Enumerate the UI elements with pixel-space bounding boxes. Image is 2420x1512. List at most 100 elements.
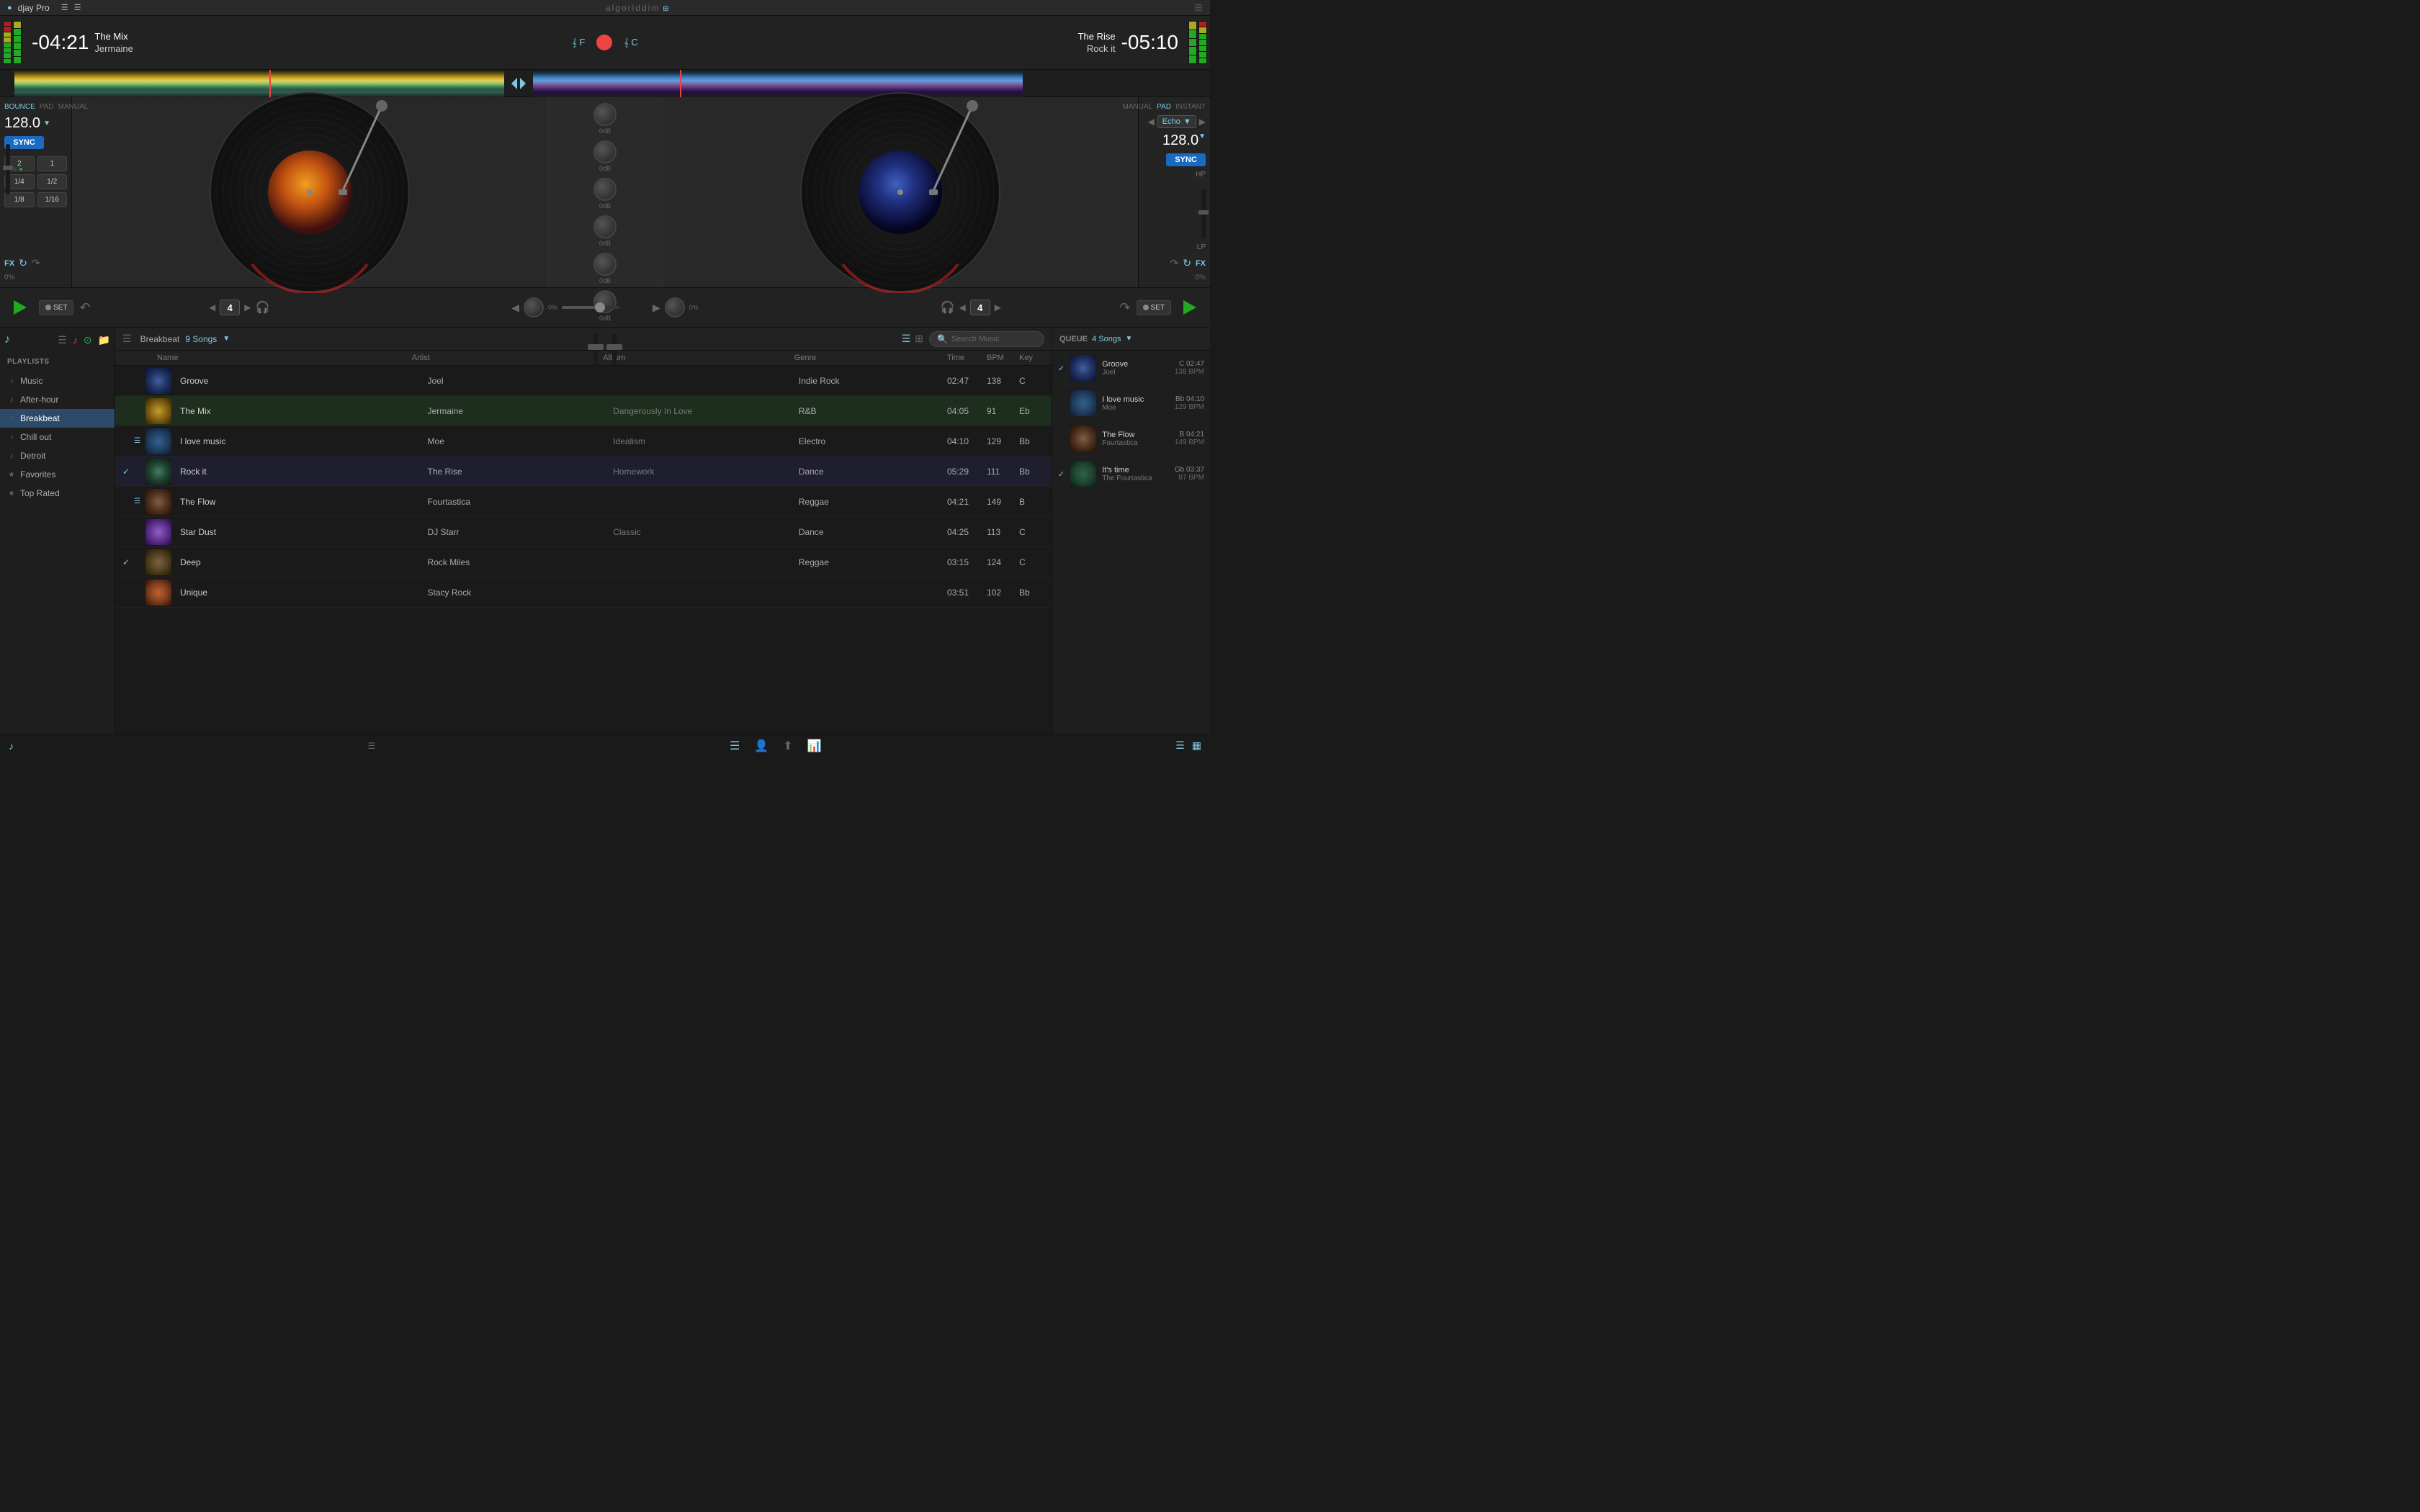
list-icon[interactable]: ☰ <box>58 334 67 346</box>
knob-mid-left[interactable] <box>593 178 617 201</box>
right-transport-undo[interactable]: ↷ <box>1119 300 1130 315</box>
sidebar-item-chillout[interactable]: ♪ Chill out <box>0 428 115 446</box>
right-fx-label[interactable]: FX <box>1196 259 1206 268</box>
right-fader-handle[interactable] <box>606 344 622 350</box>
right-play-button[interactable] <box>1177 294 1203 320</box>
left-loop-prev[interactable]: ◀ <box>209 302 215 312</box>
songs-count-label[interactable]: 9 Songs <box>185 334 217 344</box>
status-queue-icon[interactable]: ☰ <box>368 741 376 751</box>
center-knob[interactable] <box>524 297 544 318</box>
right-loop-next[interactable]: ▶ <box>995 302 1001 312</box>
status-person-icon[interactable]: 👤 <box>754 739 768 753</box>
table-row[interactable]: ✓ Rock it The Rise Homework Dance 05:29 … <box>115 456 1052 487</box>
right-loop-icon[interactable]: ↻ <box>1183 257 1191 269</box>
instant-tab-right[interactable]: INSTANT <box>1175 103 1206 111</box>
sidebar-item-breakbeat[interactable]: ♪ Breakbeat <box>0 409 115 428</box>
right-bpm-chevron[interactable]: ▼ <box>1198 132 1206 149</box>
table-row[interactable]: ☰ The Flow Fourtastica Reggae 04:21 149 … <box>115 487 1052 517</box>
queue-item[interactable]: ✓ The Flow Fourtastica B 04:21 149 BPM <box>1052 421 1210 456</box>
right-pitch-handle[interactable] <box>1198 210 1209 215</box>
knob-top-right[interactable] <box>593 140 617 163</box>
sidebar-item-detroit[interactable]: ♪ Detroit <box>0 446 115 465</box>
col-header-bpm[interactable]: BPM <box>987 354 1019 362</box>
col-header-key[interactable]: Key <box>1019 354 1044 362</box>
list-view-icon[interactable]: ☰ <box>902 333 911 345</box>
status-bars-icon[interactable]: ▦ <box>1192 739 1201 752</box>
queue-item[interactable]: ✓ It's time The Fourtastica Gb 03:37 87 … <box>1052 456 1210 492</box>
status-list-icon[interactable]: ☰ <box>730 739 740 753</box>
table-row[interactable]: Star Dust DJ Starr Classic Dance 04:25 1… <box>115 517 1052 547</box>
left-fx-label[interactable]: FX <box>4 259 14 268</box>
record-button[interactable] <box>596 35 612 50</box>
left-loop-counter[interactable]: 4 <box>220 300 240 315</box>
left-play-button[interactable] <box>7 294 33 320</box>
left-turntable[interactable] <box>209 91 411 293</box>
bounce-tab[interactable]: BOUNCE <box>4 103 35 111</box>
songs-dropdown-icon[interactable]: ▼ <box>223 335 230 343</box>
center-next[interactable]: ▶ <box>653 302 660 314</box>
folder-icon[interactable]: 📁 <box>98 334 110 346</box>
right-sync-button[interactable]: SYNC <box>1166 153 1206 166</box>
search-box[interactable]: 🔍 Search Music <box>929 331 1044 347</box>
col-header-time[interactable]: Time <box>947 354 987 362</box>
queue-item[interactable]: ✓ I love music Moe Bb 04:10 129 BPM <box>1052 386 1210 421</box>
knob-top-left[interactable] <box>593 103 617 126</box>
loop-btn-1-2[interactable]: 1/2 <box>37 174 68 189</box>
pad-tab-right[interactable]: PAD <box>1157 103 1171 111</box>
status-chart-icon[interactable]: 📊 <box>807 739 822 753</box>
table-row[interactable]: Groove Joel Indie Rock 02:47 138 C <box>115 366 1052 396</box>
right-bpm-arrow-right[interactable]: ▶ <box>1199 117 1206 127</box>
right-bpm-arrow-left[interactable]: ◀ <box>1148 117 1155 127</box>
table-row[interactable]: ✓ Deep Rock Miles Reggae 03:15 124 C <box>115 547 1052 577</box>
right-effect-select[interactable]: Echo ▼ <box>1157 115 1196 128</box>
loop-btn-1-16[interactable]: 1/16 <box>37 192 68 207</box>
loop-btn-1-8[interactable]: 1/8 <box>4 192 35 207</box>
right-pitch-slider[interactable] <box>1201 189 1206 239</box>
right-set-button[interactable]: SET <box>1137 300 1171 315</box>
col-header-album[interactable]: Album <box>603 354 794 362</box>
table-row[interactable]: The Mix Jermaine Dangerously In Love R&B… <box>115 396 1052 426</box>
status-list2-icon[interactable]: ☰ <box>1175 739 1185 752</box>
left-headphone-icon[interactable]: 🎧 <box>255 300 269 315</box>
left-fader-handle[interactable] <box>588 344 604 350</box>
grid-view-icon[interactable]: ⊞ <box>915 333 923 345</box>
hamburger-icon[interactable]: ☰ <box>122 333 132 345</box>
right-loop-counter[interactable]: 4 <box>970 300 990 315</box>
right-turntable[interactable] <box>799 91 1001 293</box>
status-music-icon[interactable]: ♪ <box>9 740 14 752</box>
queue-dropdown-icon[interactable]: ▼ <box>1126 335 1133 343</box>
left-pitch-slider[interactable] <box>6 144 10 194</box>
loop-btn-1[interactable]: 1 <box>37 156 68 171</box>
sidebar-item-toprated[interactable]: ★ Top Rated <box>0 484 115 503</box>
pad-tab-left[interactable]: PAD <box>40 103 54 111</box>
queue-item[interactable]: ✓ Groove Joel C 02:47 138 BPM <box>1052 351 1210 386</box>
center-prev[interactable]: ◀ <box>511 302 519 314</box>
knob-mid-right[interactable] <box>593 215 617 238</box>
col-header-artist[interactable]: Artist <box>412 354 603 362</box>
knob-bot-left[interactable] <box>593 253 617 276</box>
table-row[interactable]: Unique Stacy Rock 03:51 102 Bb <box>115 577 1052 608</box>
menu-icon[interactable]: ☰ <box>61 3 68 12</box>
table-row[interactable]: ☰ I love music Moe Idealism Electro 04:1… <box>115 426 1052 456</box>
center-volume-slider[interactable] <box>562 306 648 309</box>
left-undo-icon[interactable]: ↷ <box>32 257 40 269</box>
col-header-genre[interactable]: Genre <box>794 354 947 362</box>
center-knob-2[interactable] <box>665 297 685 318</box>
left-loop-next[interactable]: ▶ <box>244 302 251 312</box>
sidebar-item-music[interactable]: ♪ Music <box>0 372 115 390</box>
left-loop-icon[interactable]: ↻ <box>19 257 27 269</box>
right-loop-prev[interactable]: ◀ <box>959 302 966 312</box>
right-undo-icon[interactable]: ↷ <box>1170 257 1178 269</box>
sidebar-item-favorites[interactable]: ★ Favorites <box>0 465 115 484</box>
window-grid-icon[interactable]: ⊞ <box>1194 1 1203 13</box>
status-upload-icon[interactable]: ⬆ <box>783 739 792 753</box>
left-bpm-arrow[interactable]: ▼ <box>43 120 50 127</box>
waveform-center[interactable] <box>504 75 533 92</box>
queue-count[interactable]: 4 Songs <box>1092 335 1121 343</box>
left-set-button[interactable]: SET <box>39 300 73 315</box>
left-transport-undo[interactable]: ↶ <box>79 300 90 315</box>
col-header-name[interactable]: Name <box>157 354 412 362</box>
menu-icon2[interactable]: ☰ <box>74 3 81 12</box>
apple-music-icon[interactable]: ♪ <box>73 334 78 346</box>
spotify-icon[interactable]: ⊙ <box>84 334 92 346</box>
